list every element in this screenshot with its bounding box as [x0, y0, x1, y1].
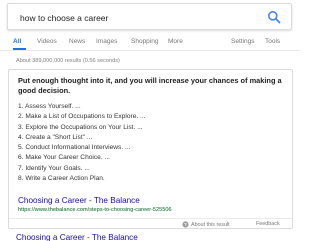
- search-bar[interactable]: [7, 3, 292, 30]
- about-this-result-label: About this result: [191, 221, 230, 228]
- next-result-title-link[interactable]: Choosing a Career - The Balance: [16, 233, 138, 241]
- snippet-step: 4. Create a "Short List" ...: [18, 133, 93, 141]
- svg-text:?: ?: [184, 222, 187, 228]
- search-tabs: All Videos News Images Shopping More Set…: [0, 37, 300, 51]
- tab-tools[interactable]: Tools: [265, 37, 280, 47]
- tab-settings[interactable]: Settings: [231, 37, 255, 47]
- featured-snippet: Put enough thought into it, and you will…: [8, 69, 293, 229]
- snippet-step: 3. Explore the Occupations on Your List.…: [18, 123, 143, 131]
- snippet-step: 5. Conduct Informational Interviews. ...: [18, 144, 131, 152]
- snippet-step: 6. Make Your Career Choice. ...: [18, 154, 110, 162]
- snippet-footer: ? About this result Feedback: [9, 218, 292, 229]
- feedback-link[interactable]: Feedback: [256, 221, 280, 227]
- snippet-result-url: https://www.thebalance.com/steps-to-choo…: [18, 207, 172, 213]
- tab-news[interactable]: News: [69, 37, 85, 47]
- snippet-step: 1. Assess Yourself. ...: [18, 103, 81, 110]
- tab-shopping[interactable]: Shopping: [131, 37, 158, 47]
- snippet-step: 7. Identify Your Goals. ...: [18, 164, 90, 172]
- snippet-heading: Put enough thought into it, and you will…: [18, 76, 282, 95]
- snippet-steps-list: 1. Assess Yourself. ... 2. Make a List o…: [18, 102, 288, 184]
- tabs-divider: [0, 50, 300, 51]
- search-icon[interactable]: [267, 10, 281, 24]
- snippet-step: 2. Make a List of Occupations to Explore…: [18, 113, 146, 121]
- snippet-step: 8. Write a Career Action Plan.: [18, 175, 105, 183]
- result-stats: About 389,000,000 results (0.56 seconds): [16, 58, 120, 64]
- tab-images[interactable]: Images: [96, 37, 117, 47]
- search-input[interactable]: [20, 11, 260, 25]
- tab-videos[interactable]: Videos: [37, 37, 57, 47]
- tab-more[interactable]: More: [168, 37, 183, 47]
- tab-all[interactable]: All: [13, 37, 21, 47]
- snippet-result-title-link[interactable]: Choosing a Career - The Balance: [18, 196, 140, 205]
- help-icon: ?: [182, 221, 189, 228]
- about-this-result-link[interactable]: ? About this result: [182, 221, 230, 228]
